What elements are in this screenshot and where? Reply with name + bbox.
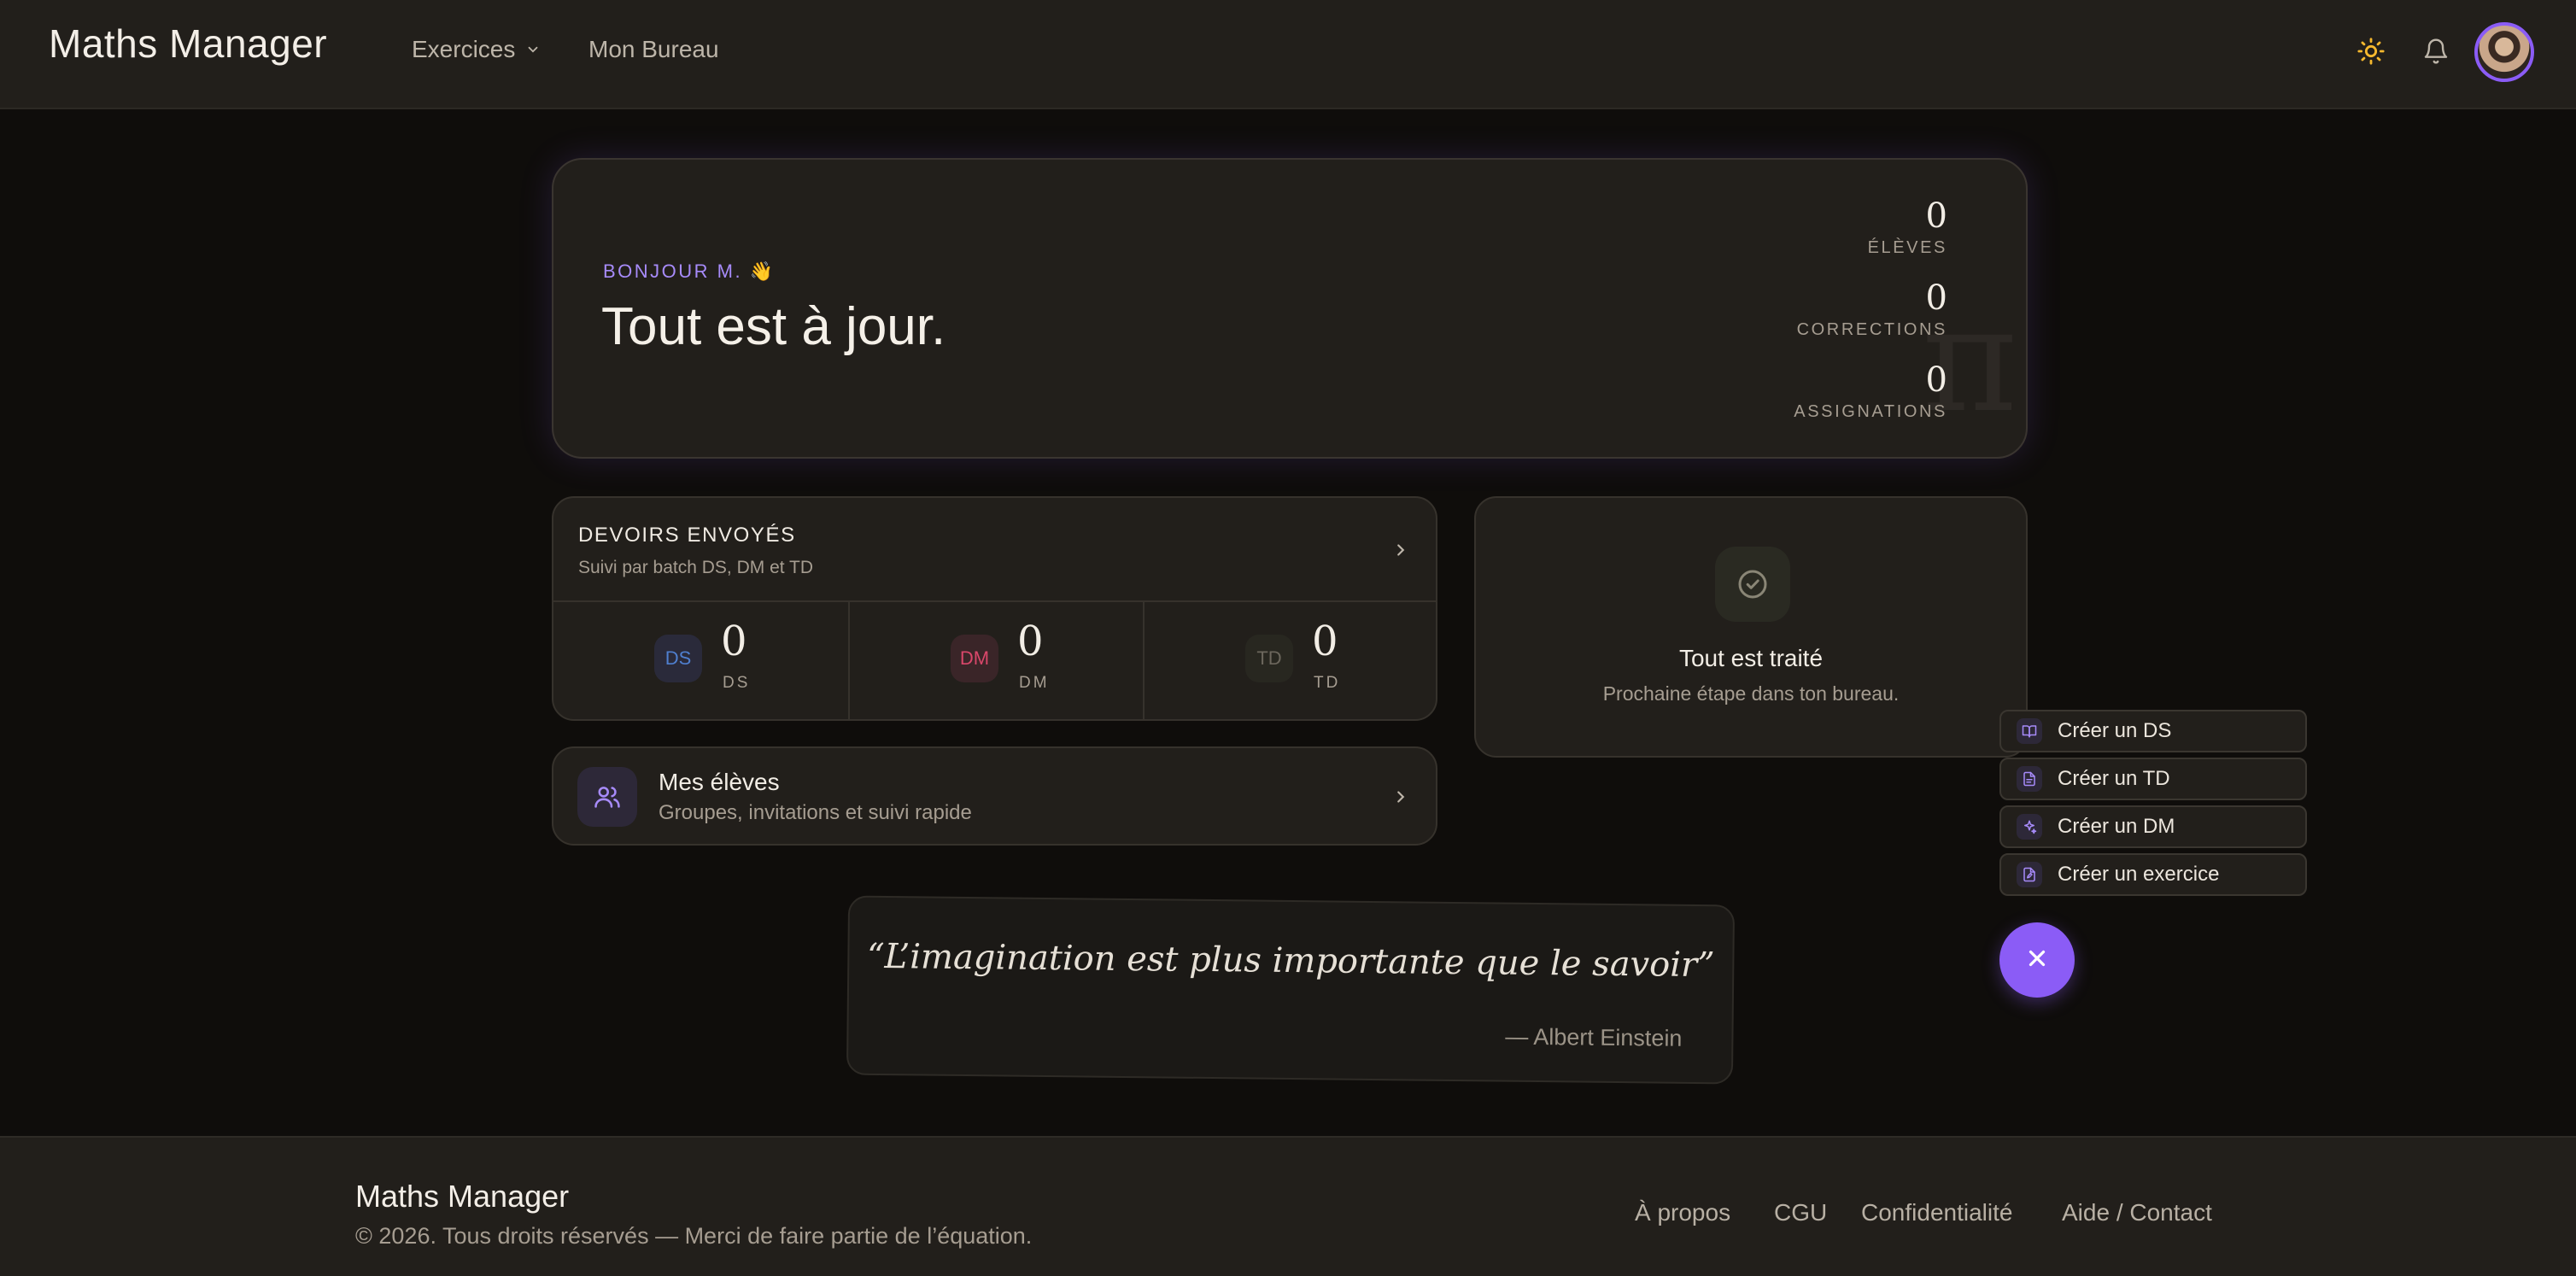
bell-icon[interactable]: [2419, 34, 2453, 68]
create-dm-button[interactable]: Créer un DM: [1999, 805, 2307, 848]
create-dm-label: Créer un DM: [2058, 815, 2175, 838]
quote-text: “L’imagination est plus importante que l…: [866, 936, 1715, 986]
quote-author: — Albert Einstein: [1505, 1023, 1683, 1051]
ds-count: 0: [721, 618, 747, 665]
eleves-subtitle: Groupes, invitations et suivi rapide: [659, 801, 972, 824]
sparkles-icon: [2017, 814, 2042, 840]
td-count: 0: [1312, 618, 1338, 665]
tout-est-traite-card: Tout est traité Prochaine étape dans ton…: [1474, 496, 2028, 758]
stat-label: ÉLÈVES: [1867, 238, 1947, 257]
hero-title: Tout est à jour.: [601, 297, 946, 356]
nav-exercices-dropdown[interactable]: Exercices: [412, 36, 541, 63]
page: Maths Manager Exercices Mon Bureau BONJO…: [0, 0, 2576, 1276]
stat-label: CORRECTIONS: [1796, 320, 1947, 339]
devoirs-envoyes-card[interactable]: DEVOIRS ENVOYÉS Suivi par batch DS, DM e…: [552, 496, 1437, 721]
devoirs-dm[interactable]: DM 0 DM: [848, 602, 1143, 721]
nav-exercices-label: Exercices: [412, 36, 516, 62]
footer: Maths Manager © 2026. Tous droits réserv…: [0, 1136, 2576, 1276]
devoirs-subtitle: Suivi par batch DS, DM et TD: [578, 558, 814, 577]
stat-value: 0: [1925, 278, 1947, 318]
create-td-label: Créer un TD: [2058, 767, 2170, 790]
ds-badge: DS: [654, 635, 702, 682]
check-circle-icon: [1715, 547, 1790, 622]
create-exercice-label: Créer un exercice: [2058, 863, 2220, 886]
footer-logo: Maths Manager: [355, 1179, 570, 1214]
app-logo[interactable]: Maths Manager: [49, 20, 327, 67]
eleves-title: Mes élèves: [659, 769, 780, 795]
user-avatar[interactable]: [2474, 22, 2534, 82]
traite-title: Tout est traité: [1678, 645, 1824, 671]
stat-value: 0: [1925, 196, 1947, 236]
footer-link-confidentialite[interactable]: Confidentialité: [1861, 1199, 2012, 1226]
create-ds-label: Créer un DS: [2058, 719, 2172, 742]
top-navbar: Maths Manager Exercices Mon Bureau: [0, 0, 2576, 109]
td-badge: TD: [1245, 635, 1293, 682]
file-edit-icon: [2017, 862, 2042, 887]
footer-copyright: © 2026. Tous droits réservés — Merci de …: [355, 1223, 1033, 1249]
file-text-icon: [2017, 766, 2042, 792]
create-ds-button[interactable]: Créer un DS: [1999, 710, 2307, 752]
create-exercice-button[interactable]: Créer un exercice: [1999, 853, 2307, 896]
traite-subtitle: Prochaine étape dans ton bureau.: [1602, 682, 1900, 705]
welcome-card: BONJOUR M. 👋 Tout est à jour. π 0 ÉLÈVES…: [552, 158, 2028, 459]
devoirs-ds[interactable]: DS 0 DS: [553, 602, 848, 721]
create-td-button[interactable]: Créer un TD: [1999, 758, 2307, 800]
chevron-down-icon: [525, 36, 541, 63]
close-icon: [2024, 945, 2050, 975]
close-fab-button[interactable]: [1999, 922, 2075, 998]
book-icon: [2017, 718, 2042, 744]
stat-eleves: 0 ÉLÈVES: [1868, 199, 1947, 258]
mes-eleves-card[interactable]: Mes élèves Groupes, invitations et suivi…: [552, 746, 1437, 846]
dm-badge: DM: [951, 635, 998, 682]
ds-label: DS: [723, 674, 751, 692]
nav-mon-bureau[interactable]: Mon Bureau: [588, 36, 719, 63]
stat-value: 0: [1925, 360, 1947, 400]
chevron-right-icon[interactable]: [1388, 537, 1414, 563]
stat-assignations: 0 ASSIGNATIONS: [1794, 363, 1947, 422]
td-label: TD: [1314, 674, 1341, 692]
dm-count: 0: [1017, 618, 1044, 665]
sun-icon[interactable]: [2354, 34, 2388, 68]
footer-link-cgu[interactable]: CGU: [1774, 1199, 1827, 1226]
stat-corrections: 0 CORRECTIONS: [1797, 281, 1947, 340]
footer-link-aide-contact[interactable]: Aide / Contact: [2062, 1199, 2212, 1226]
dm-label: DM: [1019, 674, 1050, 692]
users-icon: [577, 767, 637, 827]
devoirs-title: DEVOIRS ENVOYÉS: [578, 524, 796, 547]
footer-link-apropos[interactable]: À propos: [1635, 1199, 1730, 1226]
stat-label: ASSIGNATIONS: [1794, 402, 1947, 421]
quote-card: “L’imagination est plus importante que l…: [846, 895, 1736, 1085]
devoirs-td[interactable]: TD 0 TD: [1143, 602, 1437, 721]
greeting-text: BONJOUR M. 👋: [603, 260, 776, 282]
chevron-right-icon[interactable]: [1388, 784, 1414, 810]
